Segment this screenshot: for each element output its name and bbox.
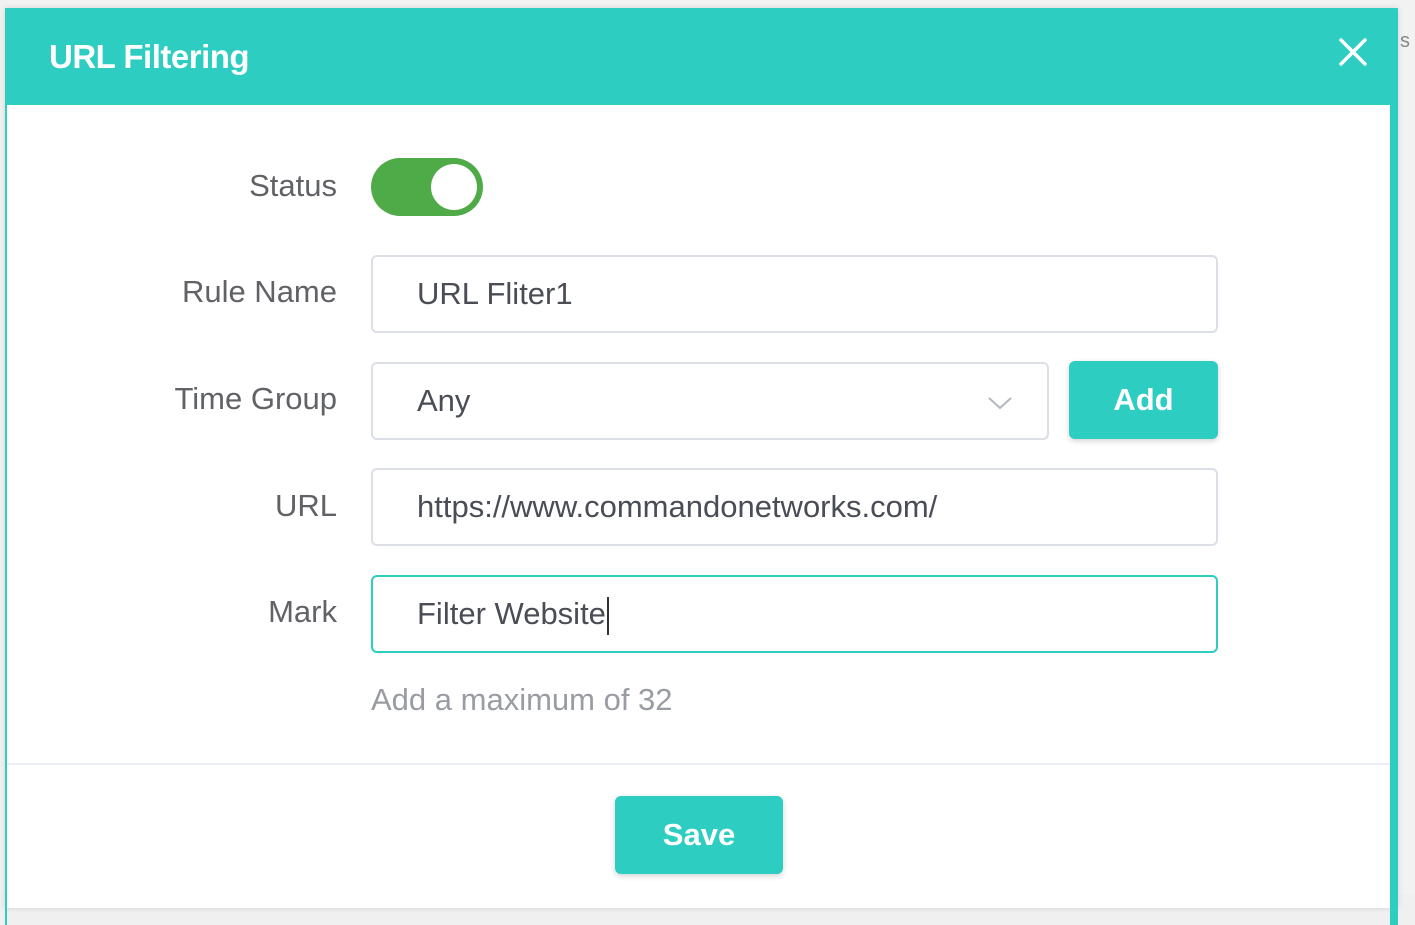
background-peek-text: s <box>1400 30 1410 52</box>
add-time-group-button[interactable]: Add <box>1069 361 1218 439</box>
status-toggle-knob <box>431 164 477 210</box>
close-icon <box>1339 38 1367 66</box>
url-input[interactable]: https://www.commandonetworks.com/ <box>371 468 1218 546</box>
mark-hint: Add a maximum of 32 <box>371 682 673 717</box>
url-filtering-dialog: URL Filtering Status Rule Name URL Flite… <box>5 8 1398 925</box>
save-button[interactable]: Save <box>615 796 783 874</box>
dialog-left-border <box>5 105 7 925</box>
footer-divider <box>7 763 1390 765</box>
dialog-header: URL Filtering <box>5 8 1398 105</box>
time-group-selected-value: Any <box>417 383 471 418</box>
dialog-right-border <box>1390 105 1398 925</box>
url-label: URL <box>274 488 337 523</box>
text-caret <box>606 596 609 635</box>
time-group-label: Time Group <box>174 381 337 416</box>
status-label: Status <box>249 168 337 203</box>
mark-input-value: Filter Website <box>417 596 606 631</box>
rule-name-label: Rule Name <box>181 274 337 309</box>
rule-name-input[interactable]: URL Fliter1 <box>371 255 1218 333</box>
time-group-select[interactable]: Any <box>371 362 1049 440</box>
status-toggle[interactable] <box>371 158 483 216</box>
mark-input[interactable]: Filter Website <box>371 575 1218 653</box>
dialog-title: URL Filtering <box>49 38 250 75</box>
mark-label: Mark <box>268 594 337 629</box>
chevron-down-icon <box>988 397 1012 410</box>
close-button[interactable] <box>1335 34 1371 70</box>
